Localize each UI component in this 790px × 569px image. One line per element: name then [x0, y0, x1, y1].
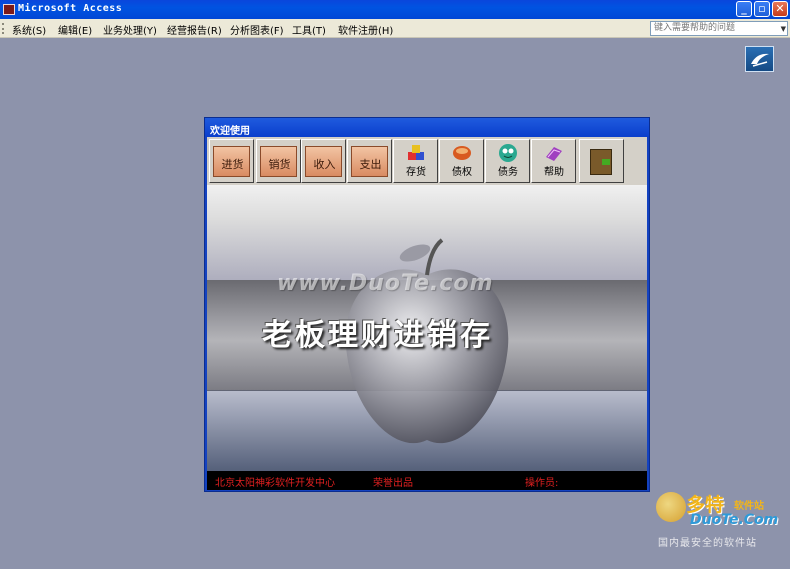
income-button[interactable]: 收入 — [301, 139, 346, 183]
developer-text: 北京太阳神彩软件开发中心 — [215, 478, 335, 489]
banner-watermark: www.DuoTe.com — [277, 271, 494, 296]
expense-label: 支出 — [359, 158, 382, 171]
app-title-bar[interactable]: Microsoft Access _ ▫ ✕ — [0, 0, 790, 19]
product-title: 老板理财进销存 — [262, 318, 493, 353]
access-key-icon — [3, 4, 15, 15]
welcome-window: 欢迎使用 进货 销货 收入 支出 存货 债权 债务 帮助 www.DuoTe.c… — [204, 117, 650, 492]
site-domain: DuoTe.Com — [690, 512, 779, 528]
cubes-icon — [408, 145, 424, 160]
main-toolbar: 进货 销货 收入 支出 存货 债权 债务 帮助 — [207, 137, 647, 185]
menu-tools[interactable]: 工具(T) — [292, 22, 326, 37]
inventory-label: 存货 — [406, 167, 426, 178]
expense-button[interactable]: 支出 — [347, 139, 392, 183]
help-question-input[interactable]: 键入需要帮助的问题 ▼ — [650, 21, 788, 36]
mascot-icon — [656, 492, 686, 522]
paperclip-bird-icon — [751, 53, 769, 67]
status-bar: 北京太阳神彩软件开发中心 荣誉出品 操作员: — [207, 471, 647, 490]
site-slogan: 国内最安全的软件站 — [658, 538, 757, 549]
receivables-button[interactable]: 债权 — [439, 139, 484, 183]
splash-banner: www.DuoTe.com 老板理财进销存 — [207, 185, 647, 471]
edition-text: 荣誉出品 — [373, 478, 413, 489]
book-icon: 支出 — [351, 146, 388, 177]
exit-button[interactable] — [579, 139, 624, 183]
operator-label: 操作员: — [525, 478, 559, 489]
app-title: Microsoft Access — [18, 3, 123, 14]
inventory-button[interactable]: 存货 — [393, 139, 438, 183]
site-watermark: 多特 软件站 DuoTe.Com 国内最安全的软件站 — [656, 490, 786, 550]
office-assistant-button[interactable] — [745, 46, 774, 72]
sales-label: 销货 — [268, 158, 291, 171]
menu-system[interactable]: 系统(S) — [12, 22, 46, 37]
minimize-button[interactable]: _ — [736, 1, 752, 17]
face-icon — [499, 144, 517, 162]
site-brand-sub: 软件站 — [734, 501, 764, 512]
sales-button[interactable]: 销货 — [256, 139, 301, 183]
menu-reports[interactable]: 经营报告(R) — [167, 22, 222, 37]
book-icon: 进货 — [213, 146, 250, 177]
menu-registration[interactable]: 软件注册(H) — [338, 22, 393, 37]
menu-edit[interactable]: 编辑(E) — [58, 22, 92, 37]
purchase-label: 进货 — [221, 158, 244, 171]
book-icon: 销货 — [260, 146, 297, 177]
menu-charts[interactable]: 分析图表(F) — [230, 22, 284, 37]
book-icon: 收入 — [305, 146, 342, 177]
payables-button[interactable]: 债务 — [485, 139, 530, 183]
coin-bowl-icon — [453, 146, 471, 160]
menu-business[interactable]: 业务处理(Y) — [103, 22, 157, 37]
help-button[interactable]: 帮助 — [531, 139, 576, 183]
welcome-title-bar[interactable]: 欢迎使用 — [205, 118, 649, 137]
receivables-label: 债权 — [452, 167, 472, 178]
exit-door-icon — [590, 149, 612, 175]
maximize-button[interactable]: ▫ — [754, 1, 770, 17]
income-label: 收入 — [313, 158, 336, 171]
help-book-icon — [546, 147, 562, 161]
welcome-title: 欢迎使用 — [210, 126, 250, 137]
help-question-placeholder: 键入需要帮助的问题 — [654, 23, 736, 33]
payables-label: 债务 — [498, 167, 518, 178]
help-label: 帮助 — [544, 167, 564, 178]
close-button[interactable]: ✕ — [772, 1, 788, 17]
purchase-button[interactable]: 进货 — [209, 139, 254, 183]
menu-grip-handle[interactable] — [2, 23, 5, 34]
chevron-down-icon[interactable]: ▼ — [781, 23, 786, 36]
